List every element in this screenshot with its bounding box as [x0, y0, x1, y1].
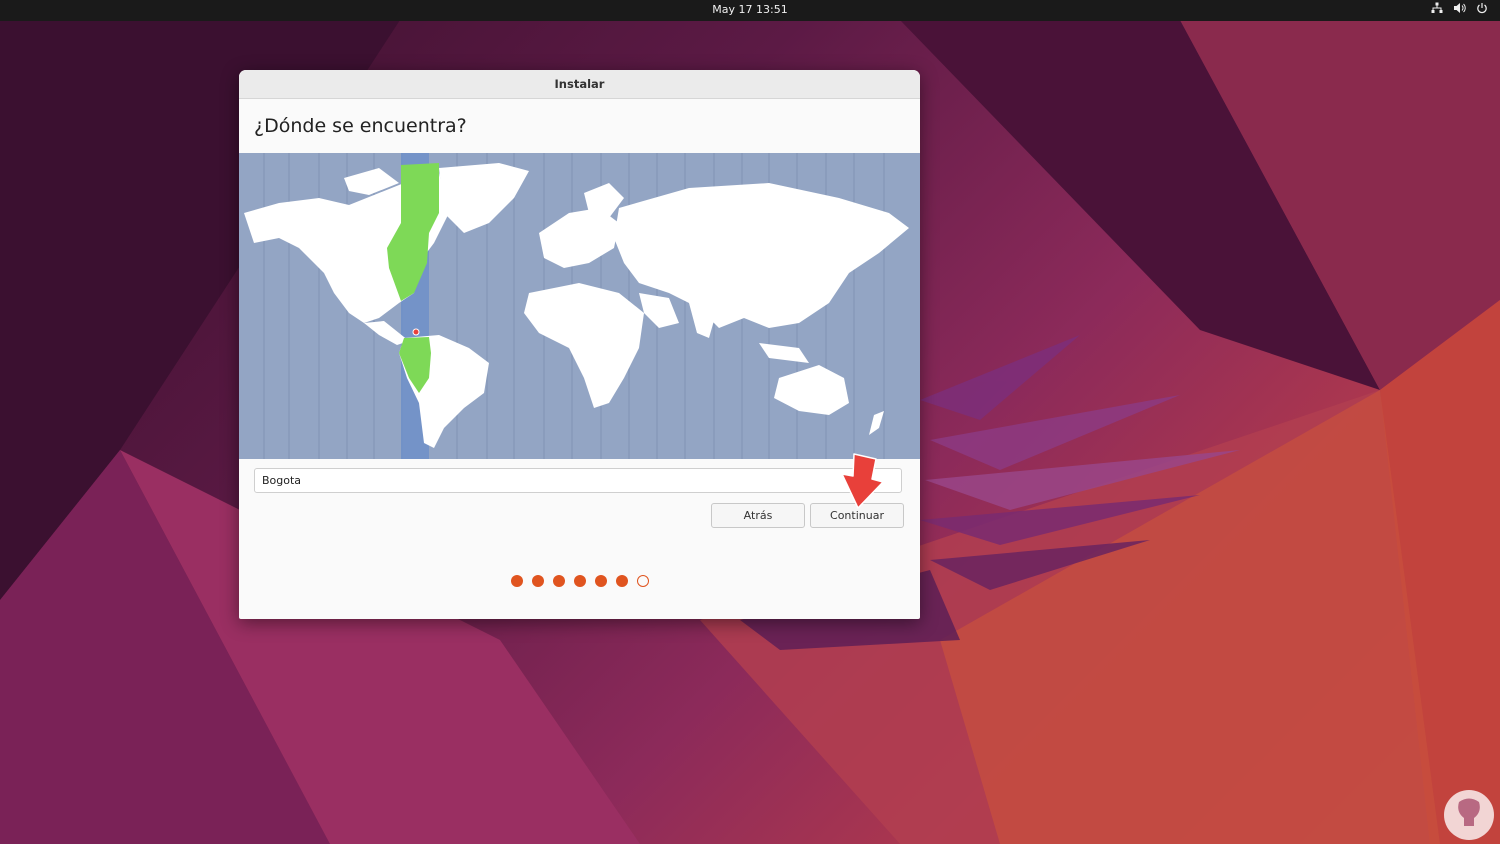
timezone-map[interactable]	[239, 153, 920, 459]
step-dot	[552, 575, 565, 587]
clock[interactable]: May 17 13:51	[0, 3, 1500, 16]
step-dot	[573, 575, 586, 587]
power-icon[interactable]	[1476, 2, 1488, 14]
step-dot	[531, 575, 544, 587]
timezone-input[interactable]	[254, 468, 902, 493]
step-dot	[510, 575, 523, 587]
installer-window: Instalar ¿Dónde se encuentra? Bogota Atr…	[239, 70, 920, 619]
step-dot	[594, 575, 607, 587]
top-bar: May 17 13:51	[0, 0, 1500, 21]
page-title: ¿Dónde se encuentra?	[254, 115, 467, 137]
step-dot-current	[636, 575, 649, 587]
heading-area: ¿Dónde se encuentra?	[239, 99, 920, 154]
annotation-arrow-icon	[841, 453, 884, 509]
watermark-logo	[1444, 790, 1494, 840]
window-title: Instalar	[239, 70, 920, 99]
step-dot	[615, 575, 628, 587]
progress-steps	[239, 575, 920, 587]
network-icon[interactable]	[1431, 2, 1443, 14]
back-button[interactable]: Atrás	[711, 503, 805, 528]
system-tray[interactable]	[1431, 2, 1488, 14]
volume-icon[interactable]	[1453, 2, 1466, 14]
